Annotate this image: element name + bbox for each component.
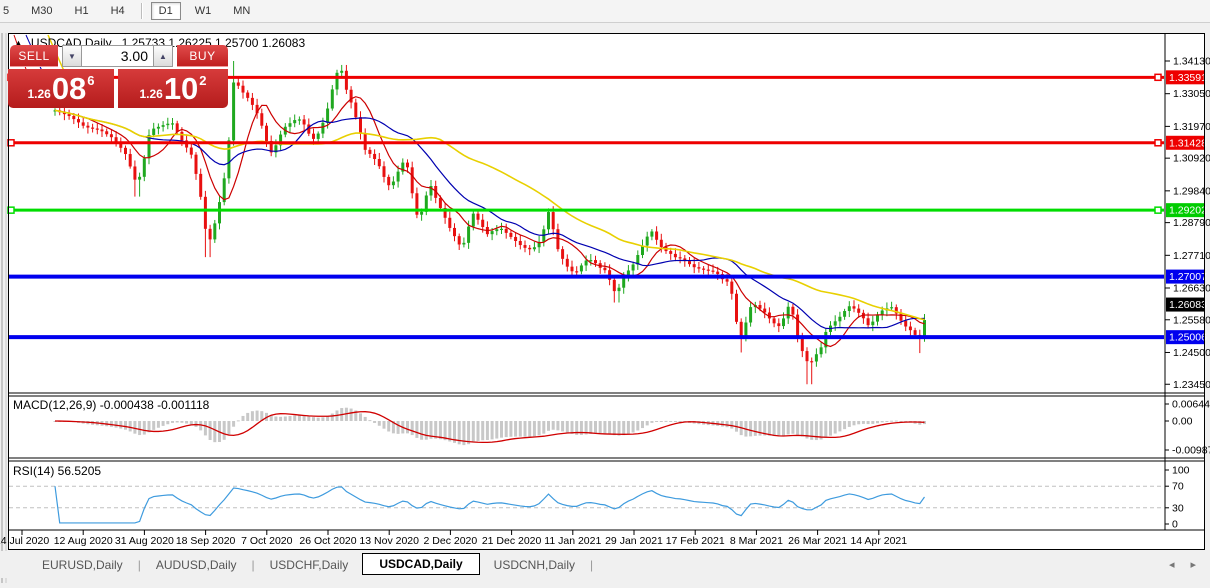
tab-usdcnh[interactable]: USDCNH,Daily xyxy=(480,554,589,576)
svg-text:26 Mar 2021: 26 Mar 2021 xyxy=(788,535,847,547)
volume-input[interactable] xyxy=(82,45,153,67)
buy-price-base: 1.26 xyxy=(139,87,162,101)
volume-decrease-button[interactable]: ▼ xyxy=(62,45,82,67)
tab-usdchf[interactable]: USDCHF,Daily xyxy=(256,554,363,576)
rsi-indicator-label: RSI(14) 56.5205 xyxy=(13,464,101,478)
svg-text:14 Apr 2021: 14 Apr 2021 xyxy=(850,535,907,547)
svg-text:21 Dec 2020: 21 Dec 2020 xyxy=(482,535,542,547)
svg-text:7 Oct 2020: 7 Oct 2020 xyxy=(241,535,293,547)
tab-separator: | xyxy=(590,558,593,572)
svg-text:26 Oct 2020: 26 Oct 2020 xyxy=(299,535,356,547)
svg-text:70: 70 xyxy=(1172,481,1184,493)
svg-text:31 Aug 2020: 31 Aug 2020 xyxy=(115,535,174,547)
svg-text:1.29202: 1.29202 xyxy=(1169,205,1207,217)
tab-usdcad[interactable]: USDCAD,Daily xyxy=(362,553,479,575)
one-click-trading-widget: SELL ▼ ▲ BUY 1.26 08 6 1.26 10 2 xyxy=(10,45,228,108)
svg-text:1.27007: 1.27007 xyxy=(1169,271,1207,283)
tab-separator: | xyxy=(138,558,141,572)
svg-text:30: 30 xyxy=(1172,502,1184,514)
svg-text:11 Jan 2021: 11 Jan 2021 xyxy=(544,535,601,547)
svg-text:1.25006: 1.25006 xyxy=(1169,332,1207,344)
tab-separator: | xyxy=(252,558,255,572)
chart-tab-bar: EURUSD,Daily | AUDUSD,Daily | USDCHF,Dai… xyxy=(0,551,1210,578)
buy-price-point: 2 xyxy=(199,73,206,88)
svg-text:100: 100 xyxy=(1172,465,1190,477)
svg-text:8 Mar 2021: 8 Mar 2021 xyxy=(730,535,783,547)
svg-text:29 Jan 2021: 29 Jan 2021 xyxy=(605,535,663,547)
volume-increase-button[interactable]: ▲ xyxy=(153,45,173,67)
buy-button[interactable]: BUY xyxy=(177,45,228,67)
svg-text:12 Aug 2020: 12 Aug 2020 xyxy=(54,535,113,547)
sell-button[interactable]: SELL xyxy=(10,45,58,67)
buy-price-pips: 10 xyxy=(164,69,198,108)
svg-text:1.26083: 1.26083 xyxy=(1169,299,1207,311)
sell-price-panel[interactable]: 1.26 08 6 xyxy=(8,69,114,108)
svg-text:18 Sep 2020: 18 Sep 2020 xyxy=(176,535,236,547)
svg-text:1.33591: 1.33591 xyxy=(1169,72,1207,84)
tab-scroll-arrows: ◂ ▸ xyxy=(1169,558,1196,571)
volume-spinner: ▼ ▲ xyxy=(62,45,173,67)
sell-price-point: 6 xyxy=(87,73,94,88)
svg-text:17 Feb 2021: 17 Feb 2021 xyxy=(666,535,725,547)
svg-text:2 Dec 2020: 2 Dec 2020 xyxy=(424,535,478,547)
macd-indicator-label: MACD(12,26,9) -0.000438 -0.001118 xyxy=(13,398,209,412)
tab-eurusd[interactable]: EURUSD,Daily xyxy=(28,554,137,576)
svg-text:1.31428: 1.31428 xyxy=(1169,137,1207,149)
buy-price-panel[interactable]: 1.26 10 2 xyxy=(118,69,228,108)
sell-price-base: 1.26 xyxy=(27,87,50,101)
mt4-workspace: { "toolbar": { "timeframes": [ {"label":… xyxy=(0,0,1210,583)
tab-scroll-left-icon[interactable]: ◂ xyxy=(1169,558,1175,571)
svg-text:0.00: 0.00 xyxy=(1172,416,1193,428)
svg-text:0: 0 xyxy=(1172,519,1178,531)
tab-audusd[interactable]: AUDUSD,Daily xyxy=(142,554,251,576)
tab-scroll-right-icon[interactable]: ▸ xyxy=(1190,558,1196,571)
sell-price-pips: 08 xyxy=(52,69,86,108)
svg-text:24 Jul 2020: 24 Jul 2020 xyxy=(0,535,49,547)
svg-text:13 Nov 2020: 13 Nov 2020 xyxy=(359,535,419,547)
